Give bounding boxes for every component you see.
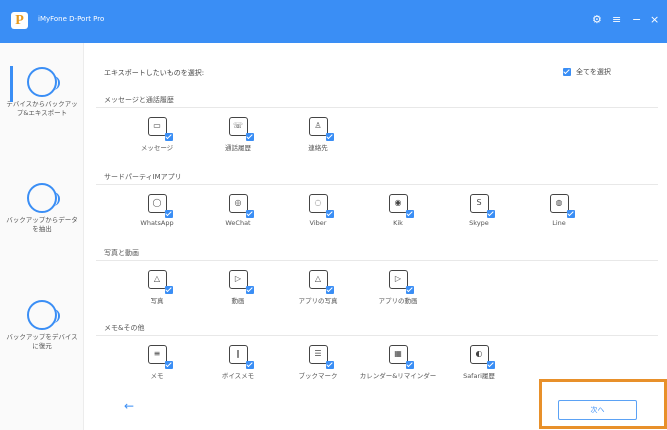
item-label: ボイスメモ [221, 372, 255, 380]
item-whatsapp[interactable]: ◯ WhatsApp [117, 194, 197, 227]
app-video-icon: ▷ [388, 270, 414, 294]
database-icon [27, 183, 60, 213]
item-voice-memos[interactable]: ∥ ボイスメモ [198, 345, 278, 380]
main-panel: エキスポートしたいものを選択: 全てを選択 メッセージと通話履歴 ▭ メッセージ… [84, 43, 667, 430]
item-line[interactable]: ◍ Line [519, 194, 599, 227]
item-photos[interactable]: △ 写真 [117, 270, 197, 305]
divider [96, 107, 658, 108]
photo-icon: △ [147, 270, 173, 294]
item-calendar-reminders[interactable]: ▦ カレンダー&リマインダー [358, 345, 438, 380]
calendar-icon: ▦ [388, 345, 414, 369]
skype-icon: S [469, 194, 495, 218]
kik-icon: ◉ [388, 194, 414, 218]
item-label: ブックマーク [298, 372, 338, 380]
voice-memo-icon: ∥ [228, 345, 254, 369]
checkbox-icon [563, 68, 571, 76]
close-icon[interactable]: × [650, 13, 659, 27]
item-label: 通話履歴 [225, 144, 251, 152]
item-app-photos[interactable]: △ アプリの写真 [278, 270, 358, 305]
divider [96, 184, 658, 185]
bookmark-icon: ☰ [308, 345, 334, 369]
item-bookmarks[interactable]: ☰ ブックマーク [278, 345, 358, 380]
item-safari-history[interactable]: ◐ Safari履歴 [439, 345, 519, 380]
item-label: メッセージ [140, 144, 174, 152]
notes-icon: ≡ [147, 345, 173, 369]
phone-icon [27, 67, 60, 97]
safari-history-icon: ◐ [469, 345, 495, 369]
item-label: Viber [309, 219, 327, 227]
sidebar-item-label: デバイスからバックアップ&エキスポート [6, 100, 78, 117]
wechat-icon: ◎ [228, 194, 254, 218]
item-kik[interactable]: ◉ Kik [358, 194, 438, 227]
contacts-icon: ♙ [308, 117, 334, 141]
sidebar: デバイスからバックアップ&エキスポート バックアップからデータを抽出 バックアッ… [0, 43, 84, 430]
item-notes[interactable]: ≡ メモ [117, 345, 197, 380]
viber-icon: ◌ [308, 194, 334, 218]
video-icon: ▷ [228, 270, 254, 294]
select-all-label: 全てを選択 [576, 68, 611, 76]
sidebar-item-label: バックアップをデバイスに復元 [6, 333, 78, 350]
app-logo: P [11, 12, 28, 29]
item-wechat[interactable]: ◎ WeChat [198, 194, 278, 227]
divider [96, 260, 658, 261]
item-videos[interactable]: ▷ 動画 [198, 270, 278, 305]
item-skype[interactable]: S Skype [439, 194, 519, 227]
restore-phone-icon [27, 300, 60, 330]
menu-icon[interactable]: ≡ [612, 13, 621, 27]
item-label: WhatsApp [140, 219, 174, 227]
sidebar-item-label: バックアップからデータを抽出 [6, 216, 78, 233]
sidebar-item-restore-backup[interactable]: バックアップをデバイスに復元 [0, 296, 84, 351]
message-icon: ▭ [147, 117, 173, 141]
item-label: アプリの動画 [378, 297, 418, 305]
whatsapp-icon: ◯ [147, 194, 173, 218]
item-label: Kik [393, 219, 403, 227]
sidebar-item-extract-backup[interactable]: バックアップからデータを抽出 [0, 179, 84, 234]
item-label: カレンダー&リマインダー [359, 372, 437, 380]
back-arrow-icon[interactable]: ← [124, 399, 134, 413]
sidebar-item-backup-export[interactable]: デバイスからバックアップ&エキスポート [0, 63, 84, 118]
line-icon: ◍ [549, 194, 575, 218]
app-photo-icon: △ [308, 270, 334, 294]
item-label: 写真 [150, 297, 164, 305]
next-button[interactable]: 次へ [558, 400, 637, 420]
item-label: メモ [150, 372, 164, 380]
section-title: メモ&その他 [104, 324, 145, 332]
minimize-icon[interactable]: − [632, 13, 641, 27]
item-messages[interactable]: ▭ メッセージ [117, 117, 197, 152]
settings-icon[interactable]: ⚙ [592, 13, 602, 27]
section-title: メッセージと通話履歴 [104, 96, 174, 104]
title-bar: P iMyFone D-Port Pro ⚙ ≡ − × [0, 0, 667, 43]
item-label: アプリの写真 [298, 297, 338, 305]
select-prompt: エキスポートしたいものを選択: [104, 69, 205, 77]
section-title: 写真と動画 [104, 249, 139, 257]
item-label: 連絡先 [308, 144, 328, 152]
item-viber[interactable]: ◌ Viber [278, 194, 358, 227]
call-history-icon: ☏ [228, 117, 254, 141]
section-title: サードパーティIMアプリ [104, 173, 182, 181]
item-label: 動画 [231, 297, 245, 305]
divider [96, 335, 658, 336]
item-app-videos[interactable]: ▷ アプリの動画 [358, 270, 438, 305]
item-label: Skype [469, 219, 489, 227]
item-label: Line [552, 219, 566, 227]
item-contacts[interactable]: ♙ 連絡先 [278, 117, 358, 152]
item-label: Safari履歴 [463, 372, 495, 380]
item-call-history[interactable]: ☏ 通話履歴 [198, 117, 278, 152]
app-title: iMyFone D-Port Pro [38, 15, 105, 23]
item-label: WeChat [225, 219, 251, 227]
select-all-checkbox[interactable]: 全てを選択 [563, 67, 611, 77]
